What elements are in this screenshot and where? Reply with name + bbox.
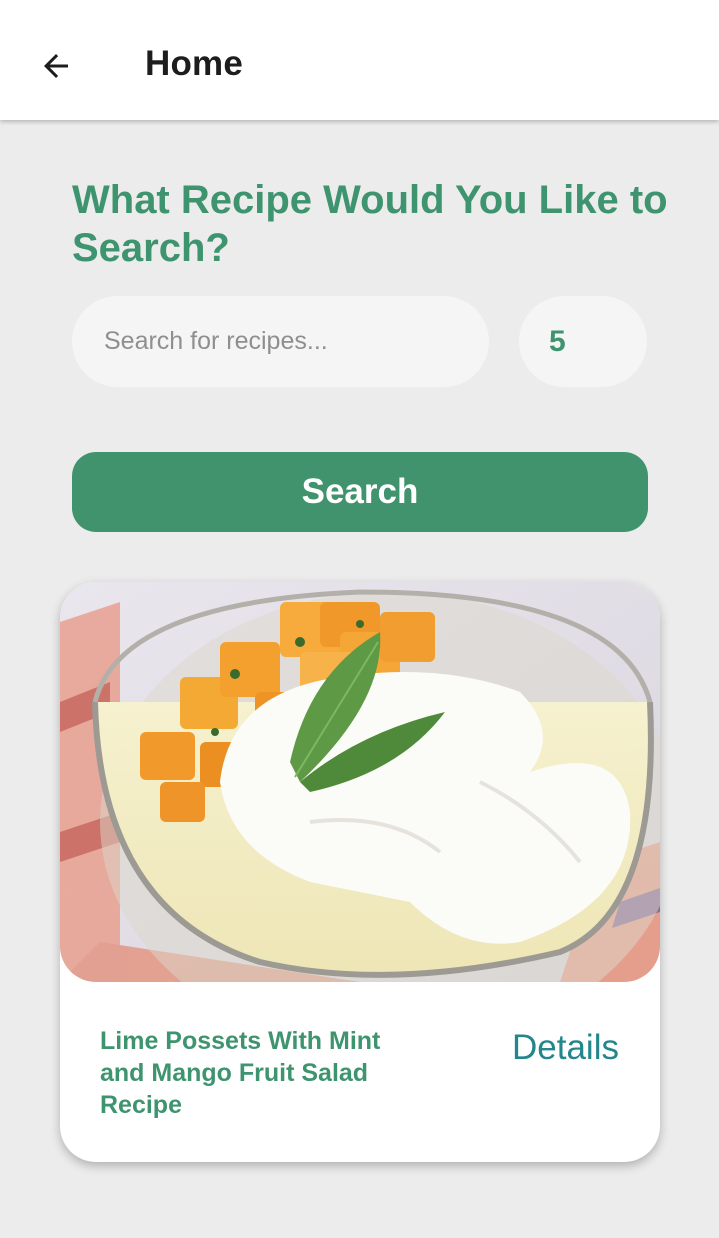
search-heading: What Recipe Would You Like to Search? bbox=[72, 178, 668, 270]
back-button[interactable] bbox=[30, 40, 82, 92]
search-input[interactable] bbox=[72, 296, 489, 387]
details-link[interactable]: Details bbox=[512, 1028, 619, 1068]
app-bar: Home bbox=[0, 0, 719, 120]
page-title: Home bbox=[145, 44, 244, 83]
recipe-image bbox=[60, 582, 660, 982]
recipe-title: Lime Possets With Mint and Mango Fruit S… bbox=[100, 1027, 381, 1119]
recipe-card[interactable]: Lime Possets With Mint and Mango Fruit S… bbox=[60, 582, 660, 1162]
search-button[interactable]: Search bbox=[72, 452, 648, 532]
result-count-field[interactable]: 5 bbox=[519, 296, 647, 387]
arrow-left-icon bbox=[44, 54, 68, 78]
